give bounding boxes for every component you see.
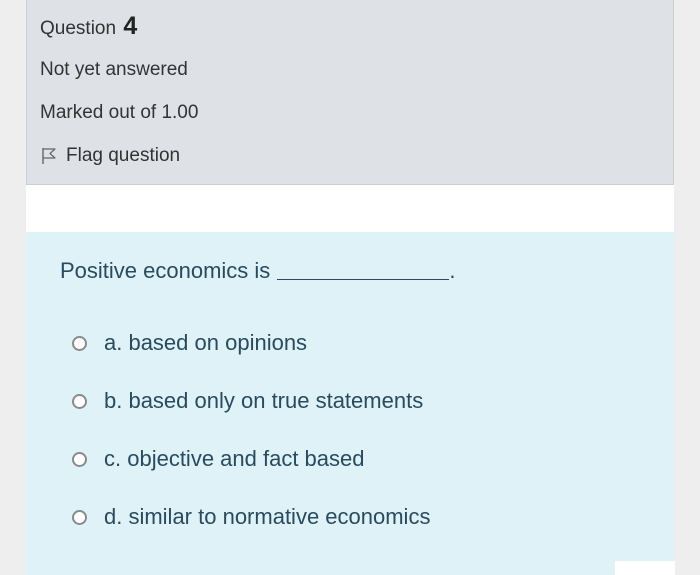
answer-option-d[interactable]: d. similar to normative economics <box>72 504 430 530</box>
question-suffix: . <box>449 258 456 283</box>
flag-outline-icon <box>42 148 56 164</box>
quiz-page: Question 4 Not yet answered Marked out o… <box>0 0 700 575</box>
answer-option-c[interactable]: c. objective and fact based <box>72 446 365 472</box>
question-heading: Question 4 <box>40 12 137 41</box>
panel-spacer <box>26 185 674 232</box>
question-stem: Positive economics is <box>60 258 271 283</box>
fill-in-blank <box>277 259 450 280</box>
question-grade: Marked out of 1.00 <box>40 102 199 123</box>
question-state: Not yet answered <box>40 59 188 80</box>
corner-block <box>615 561 675 575</box>
radio-button-d[interactable] <box>72 509 87 525</box>
flag-question-link[interactable]: Flag question <box>40 145 180 167</box>
radio-button-c[interactable] <box>72 451 87 467</box>
flag-question-label: Flag question <box>66 145 181 166</box>
question-info-panel: Question 4 Not yet answered Marked out o… <box>26 0 674 185</box>
answer-option-b[interactable]: b. based only on true statements <box>72 388 423 414</box>
radio-button-a[interactable] <box>72 335 87 351</box>
question-number: 4 <box>123 12 138 40</box>
answer-option-label: c. objective and fact based <box>104 446 365 471</box>
question-text: Positive economics is . <box>60 258 455 284</box>
question-label: Question <box>40 18 117 39</box>
answer-option-a[interactable]: a. based on opinions <box>72 330 307 356</box>
radio-button-b[interactable] <box>72 393 87 409</box>
answer-option-label: b. based only on true statements <box>104 388 424 413</box>
question-content-panel: Positive economics is . a. based on opin… <box>26 232 674 575</box>
answer-option-label: d. similar to normative economics <box>104 504 431 529</box>
answer-option-label: a. based on opinions <box>104 330 308 355</box>
